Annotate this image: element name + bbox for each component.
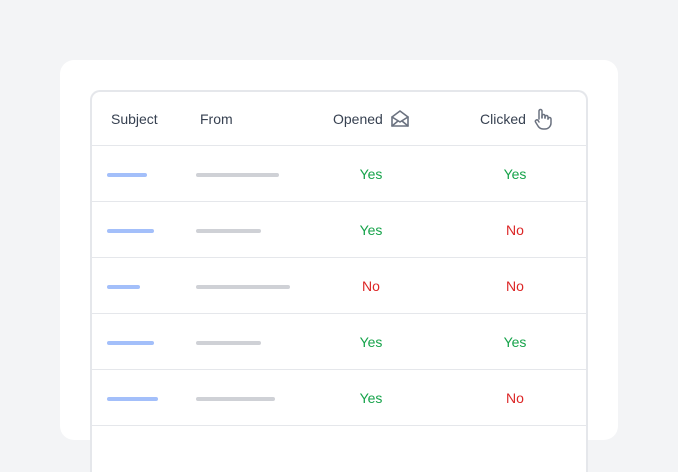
column-header-opened-label: Opened [333, 110, 383, 127]
column-header-from: From [200, 92, 233, 145]
pointer-hand-icon [533, 108, 553, 130]
subject-placeholder [107, 173, 147, 177]
opened-cell: Yes [359, 333, 383, 350]
clicked-cell: No [506, 221, 524, 238]
subject-placeholder [107, 285, 140, 289]
open-envelope-icon [390, 109, 410, 129]
table-row[interactable]: Yes Yes [92, 314, 586, 370]
email-report-card: Subject From Opened Clicked Yes Yes Yes … [60, 60, 618, 472]
table-row[interactable]: Yes Yes [92, 146, 586, 202]
column-header-clicked-label: Clicked [480, 110, 526, 127]
from-placeholder [196, 173, 279, 177]
column-header-subject: Subject [111, 92, 158, 145]
clicked-cell: No [506, 277, 524, 294]
email-table: Subject From Opened Clicked Yes Yes Yes … [90, 90, 588, 472]
clicked-cell: Yes [503, 165, 527, 182]
table-row[interactable]: Yes No [92, 202, 586, 258]
table-row[interactable]: Yes No [92, 370, 586, 426]
column-header-subject-label: Subject [111, 110, 158, 127]
subject-placeholder [107, 341, 154, 345]
opened-cell: No [362, 277, 380, 294]
opened-cell: Yes [359, 389, 383, 406]
from-placeholder [196, 341, 261, 345]
from-placeholder [196, 229, 261, 233]
subject-placeholder [107, 229, 154, 233]
opened-cell: Yes [359, 221, 383, 238]
clicked-cell: Yes [503, 333, 527, 350]
clicked-cell: No [506, 389, 524, 406]
column-header-clicked: Clicked [480, 92, 553, 145]
subject-placeholder [107, 397, 158, 401]
column-header-from-label: From [200, 110, 233, 127]
from-placeholder [196, 397, 275, 401]
column-header-opened: Opened [333, 92, 410, 145]
opened-cell: Yes [359, 165, 383, 182]
table-row[interactable]: No No [92, 258, 586, 314]
from-placeholder [196, 285, 290, 289]
table-header: Subject From Opened Clicked [92, 92, 586, 146]
